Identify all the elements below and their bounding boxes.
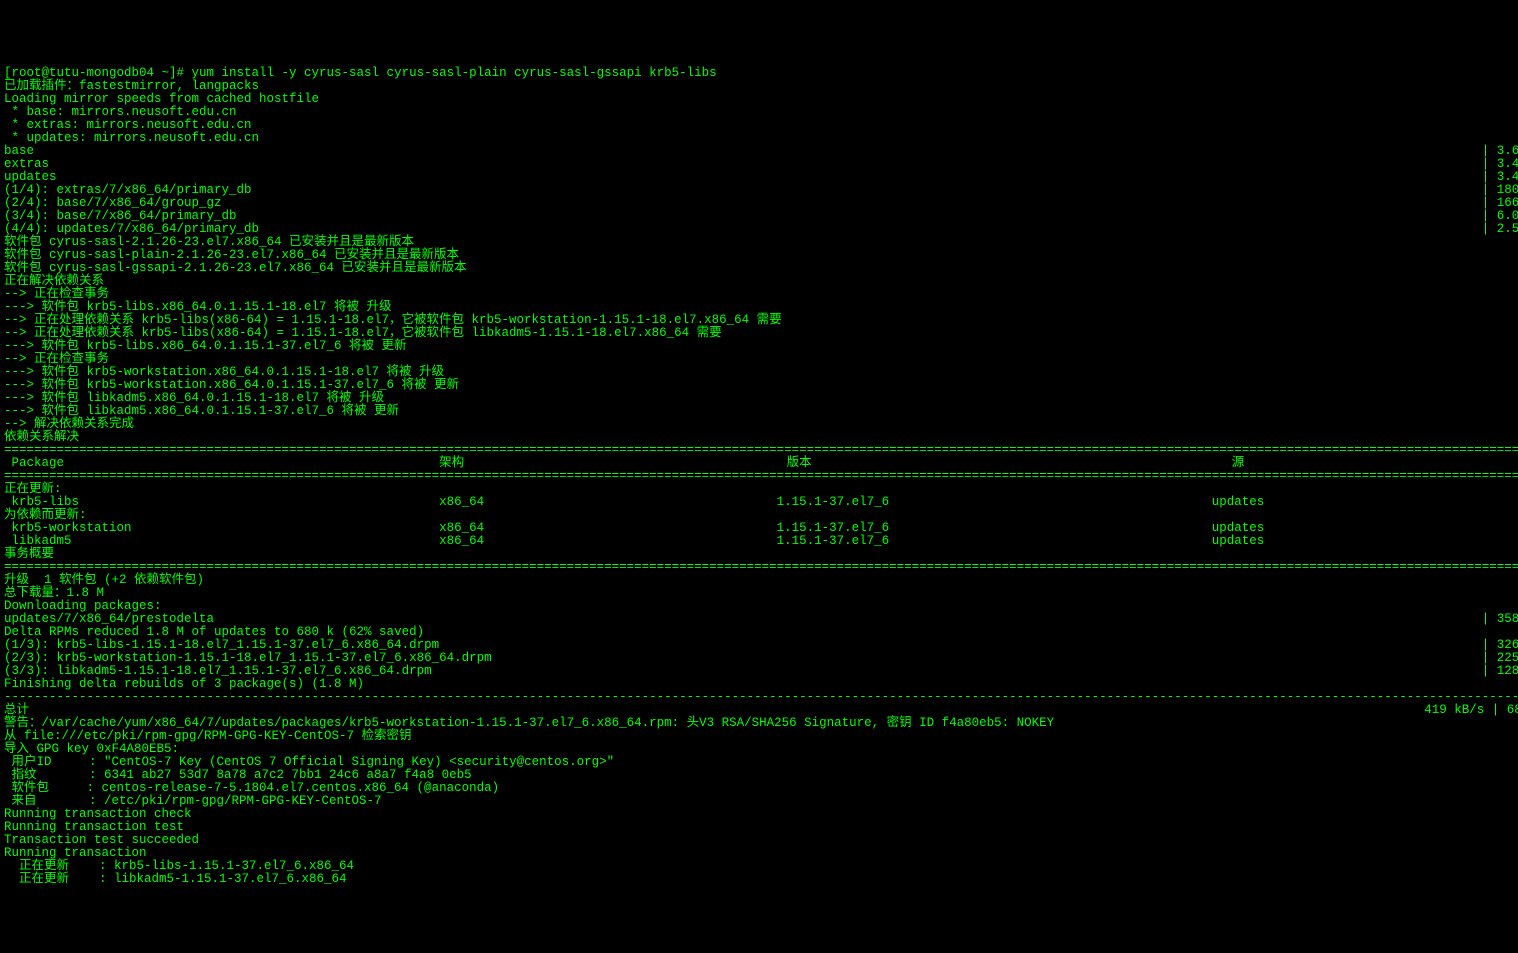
terminal-line: --> 解决依赖关系完成 [4,418,1514,431]
terminal-output[interactable]: [root@tutu-mongodb04 ~]# yum install -y … [0,65,1518,888]
terminal-line: ========================================… [4,470,1514,483]
terminal-line: ---> 软件包 krb5-libs.x86_64.0.1.15.1-37.el… [4,340,1514,353]
terminal-line: ========================================… [4,561,1514,574]
terminal-line: 总下载量：1.8 M [4,587,1514,600]
terminal-line: 正在更新 : libkadm5-1.15.1-37.el7_6.x86_64 [4,873,1514,886]
terminal-line: Running transaction check [4,808,1514,821]
terminal-line: krb5-libs x86_64 1.15.1-37.el7_6 updates [4,496,1514,509]
terminal-line: 升级 1 软件包 (+2 依赖软件包) [4,574,1514,587]
terminal-line: 软件包 cyrus-sasl-gssapi-2.1.26-23.el7.x86_… [4,262,1514,275]
terminal-line: 来自 : /etc/pki/rpm-gpg/RPM-GPG-KEY-CentOS… [4,795,1514,808]
terminal-line: libkadm5 x86_64 1.15.1-37.el7_6 updates [4,535,1514,548]
terminal-line: ---> 软件包 libkadm5.x86_64.0.1.15.1-37.el7… [4,405,1514,418]
terminal-line: 正在解决依赖关系 [4,275,1514,288]
terminal-line: Transaction test succeeded [4,834,1514,847]
terminal-line: 从 file:///etc/pki/rpm-gpg/RPM-GPG-KEY-Ce… [4,730,1514,743]
terminal-line: Running transaction test [4,821,1514,834]
